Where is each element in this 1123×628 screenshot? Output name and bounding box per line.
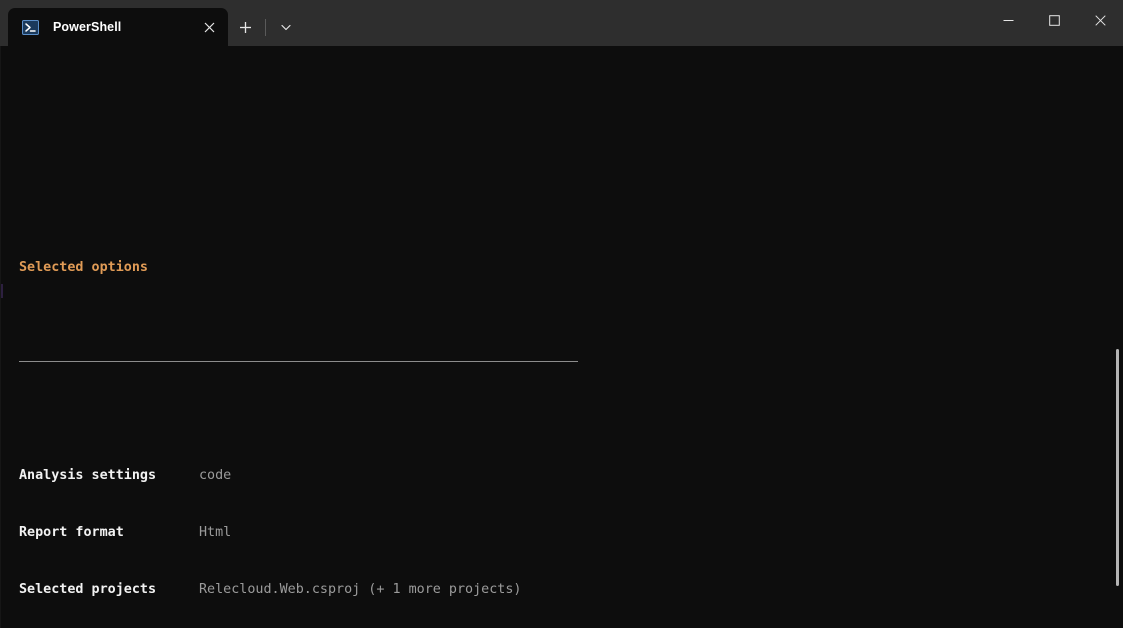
- powershell-window: PowerShell Selected options Analysis set…: [0, 0, 1123, 628]
- tab-close-icon[interactable]: [194, 13, 224, 41]
- row-key: Report format: [19, 525, 124, 540]
- table-row: Selected projects Relecloud.Web.csproj (…: [1, 580, 1123, 599]
- row-value: code: [199, 468, 232, 483]
- scrollbar-thumb[interactable]: [1116, 349, 1119, 586]
- table-row: Analysis settings code: [1, 466, 1123, 485]
- window-controls: [985, 0, 1123, 40]
- tab-controls-divider: [265, 18, 266, 36]
- row-value: Relecloud.Web.csproj (+ 1 more projects): [199, 582, 522, 597]
- tab-controls: [228, 8, 303, 46]
- title-bar: PowerShell: [0, 0, 1123, 46]
- table-row: Report format Html: [1, 523, 1123, 542]
- tab-title: PowerShell: [53, 20, 122, 34]
- new-tab-button[interactable]: [228, 12, 262, 42]
- chevron-down-icon[interactable]: [269, 12, 303, 42]
- powershell-icon: [22, 19, 39, 36]
- row-key: Analysis settings: [19, 468, 157, 483]
- terminal-output: Selected options Analysis settings code …: [1, 46, 1123, 628]
- minimize-button[interactable]: [985, 0, 1031, 40]
- tab-strip: PowerShell: [0, 0, 303, 46]
- terminal-viewport[interactable]: Selected options Analysis settings code …: [0, 46, 1123, 628]
- tab-powershell[interactable]: PowerShell: [8, 8, 228, 46]
- close-button[interactable]: [1077, 0, 1123, 40]
- selected-options-rule: [19, 361, 578, 362]
- selected-options-title: Selected options: [19, 260, 148, 275]
- row-value: Html: [199, 525, 232, 540]
- selected-options-panel: Selected options Analysis settings code …: [1, 220, 1123, 628]
- maximize-button[interactable]: [1031, 0, 1077, 40]
- row-key: Selected projects: [19, 582, 157, 597]
- vertical-scrollbar[interactable]: [1111, 46, 1123, 628]
